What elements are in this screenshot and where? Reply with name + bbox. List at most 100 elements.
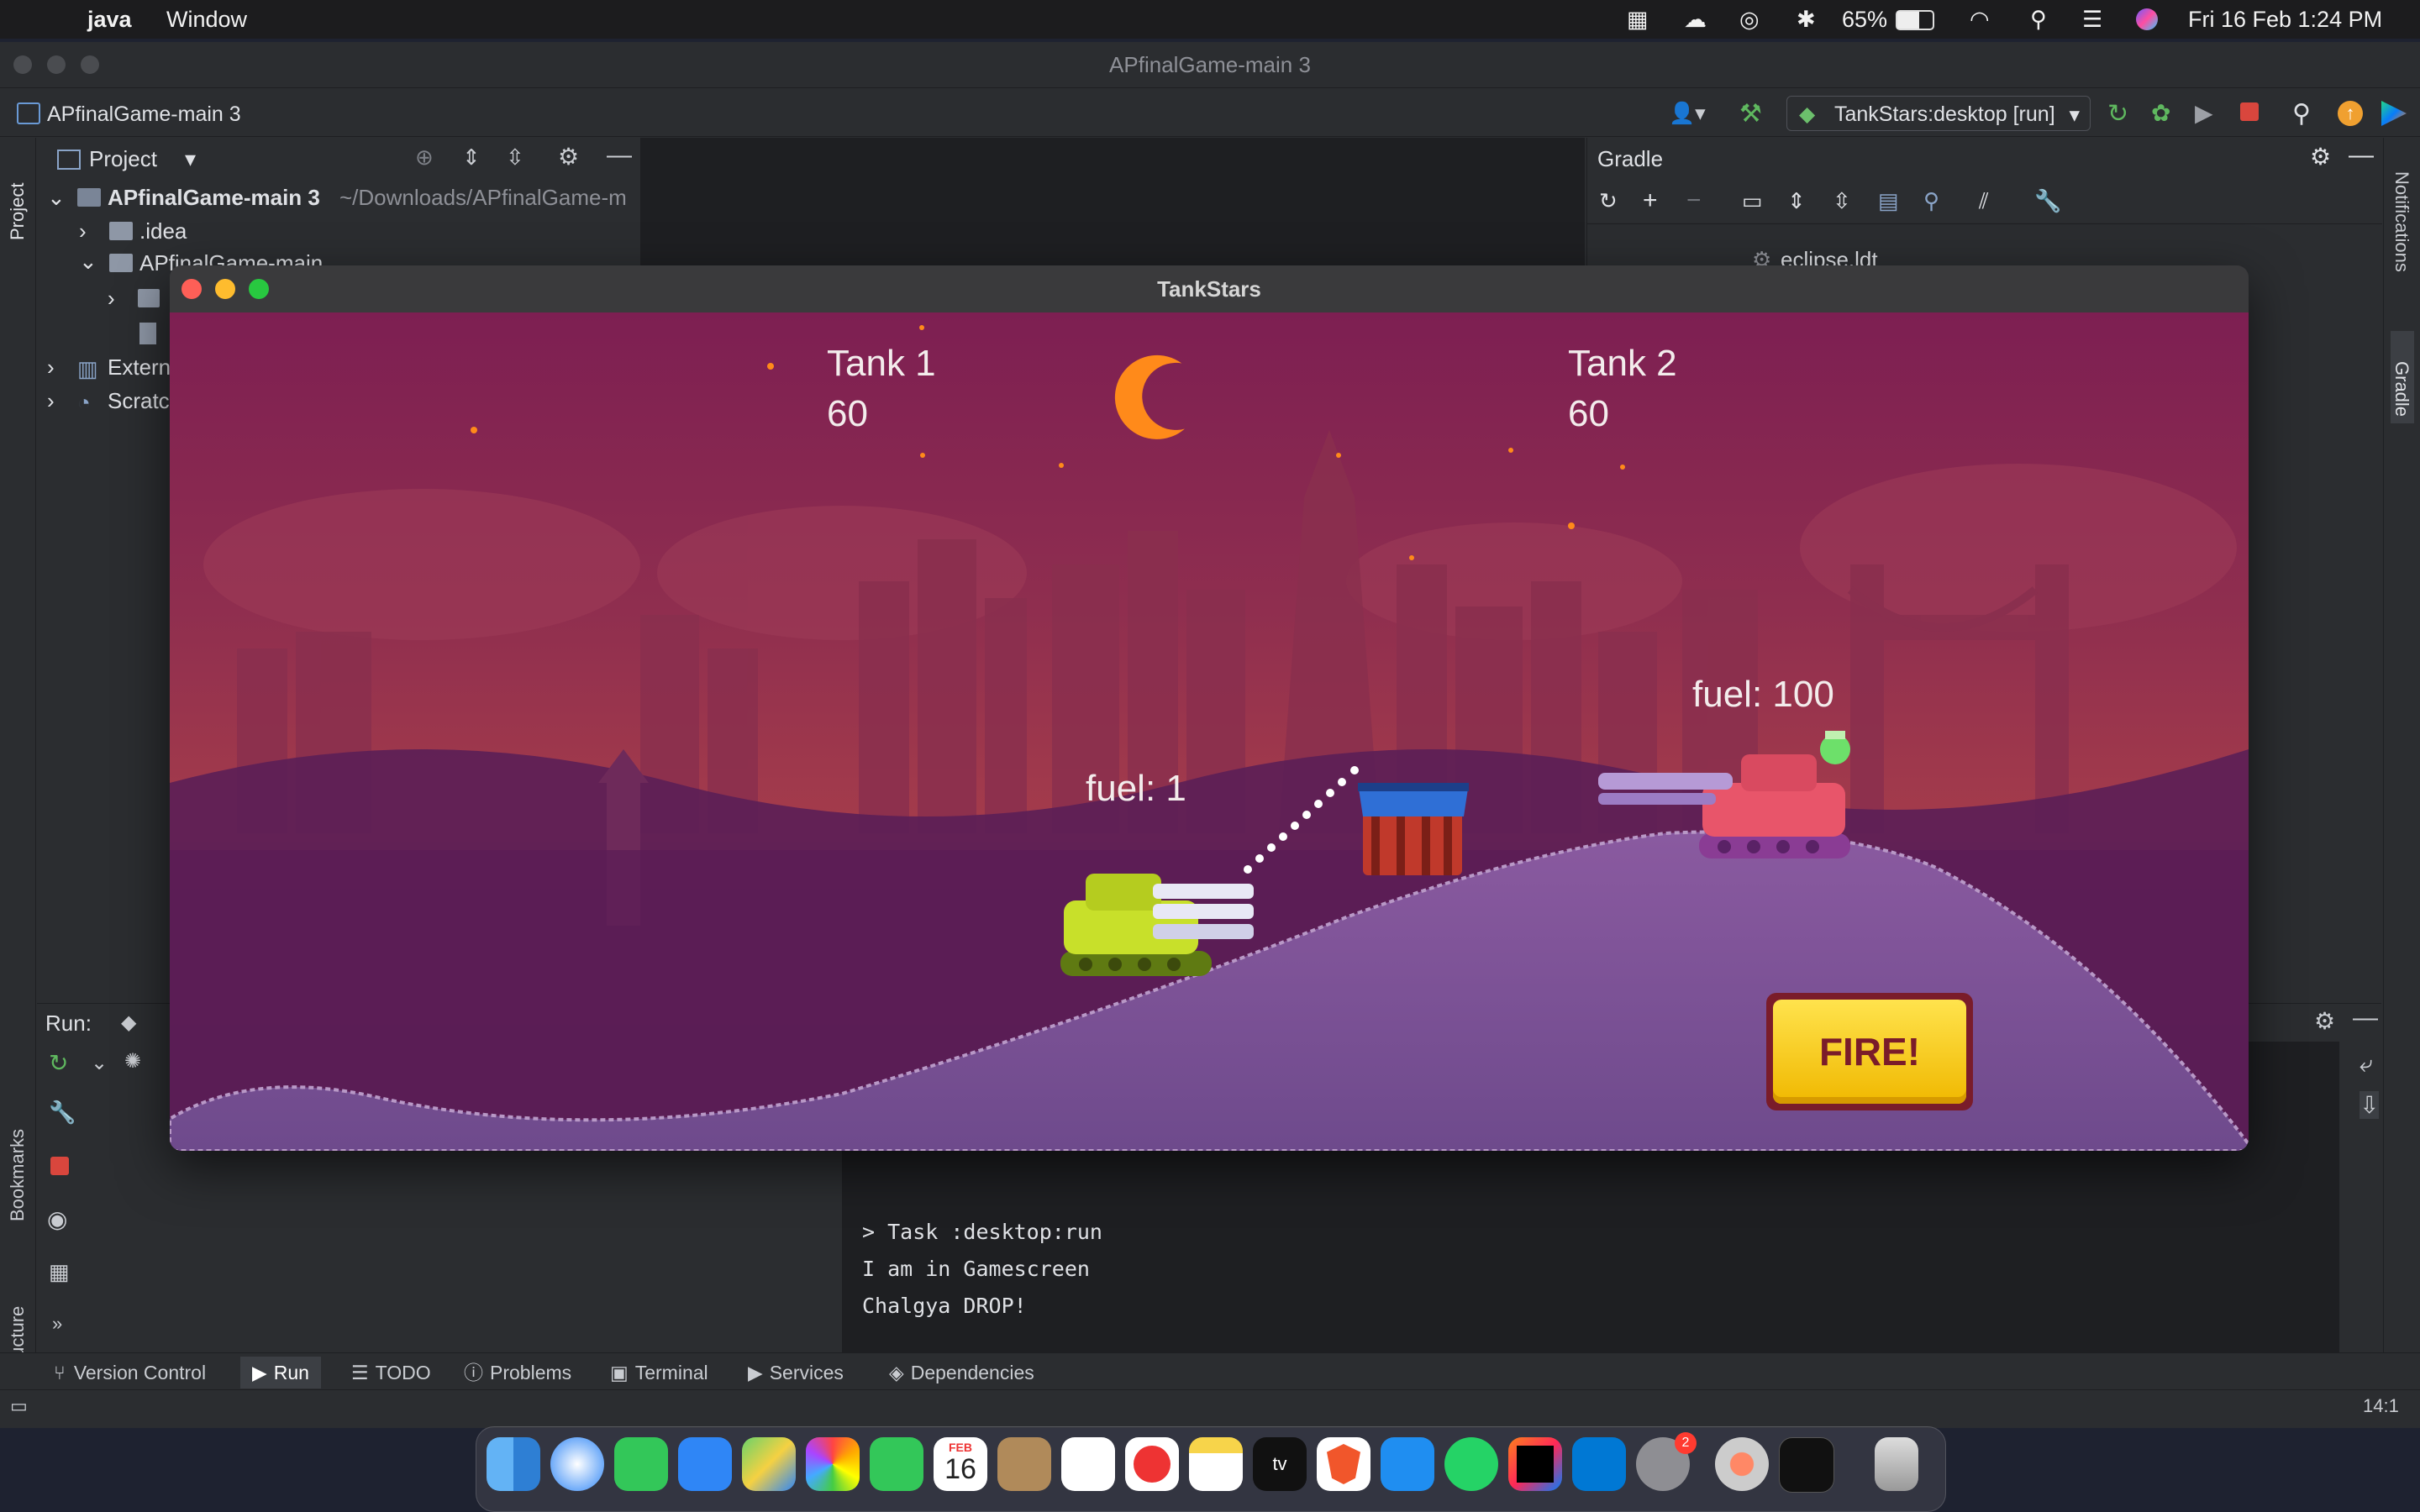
app-store-icon[interactable] xyxy=(1381,1437,1434,1491)
control-center-icon[interactable]: ☰ xyxy=(2082,7,2102,33)
stop-icon[interactable] xyxy=(2240,102,2259,121)
project-panel-title[interactable]: Project xyxy=(89,146,157,172)
collapse-all-icon[interactable]: ⇳ xyxy=(1833,188,1851,214)
project-tool-tab[interactable]: Project xyxy=(5,150,29,276)
wrench-icon[interactable]: 🔧 xyxy=(49,1100,76,1126)
tab-services[interactable]: ▶ Services xyxy=(748,1360,844,1385)
reminders-icon[interactable] xyxy=(1061,1437,1115,1491)
java-app-icon[interactable] xyxy=(1715,1437,1769,1491)
chevron-down-icon[interactable]: ⌄ xyxy=(91,1051,108,1075)
game-close-button[interactable] xyxy=(182,279,202,299)
contacts-icon[interactable] xyxy=(997,1437,1051,1491)
project-name-breadcrumb[interactable]: APfinalGame-main 3 xyxy=(47,102,241,127)
tab-dependencies[interactable]: ◈ Dependencies xyxy=(889,1360,1034,1385)
reload-icon[interactable]: ↻ xyxy=(1599,188,1618,214)
coverage-icon[interactable]: ▶ xyxy=(2195,99,2213,127)
game-canvas[interactable]: Tank 1 60 Tank 2 60 fuel: 1 fuel: 100 FI… xyxy=(170,312,2249,1151)
collapse-all-icon[interactable]: ⇳ xyxy=(506,144,524,171)
finder-icon[interactable] xyxy=(487,1437,540,1491)
run-tab-icon[interactable]: ◆ xyxy=(121,1011,136,1035)
layout-toggle-icon[interactable]: ▭ xyxy=(10,1395,28,1417)
safari-icon[interactable] xyxy=(550,1437,604,1491)
expand-all-icon[interactable]: ⇕ xyxy=(1787,188,1806,214)
stop-icon[interactable] xyxy=(50,1157,69,1175)
whatsapp-icon[interactable] xyxy=(1444,1437,1498,1491)
tree-row-idea[interactable]: › .idea xyxy=(37,215,639,247)
game-minimize-button[interactable] xyxy=(215,279,235,299)
bookmarks-tool-tab[interactable]: Bookmarks xyxy=(5,1045,29,1238)
status-cloud-icon[interactable]: ☁ xyxy=(1684,7,1707,33)
ide-close-button[interactable] xyxy=(13,55,32,74)
scroll-to-end-icon[interactable]: ⇩ xyxy=(2360,1091,2380,1119)
apple-tv-icon[interactable]: tv xyxy=(1253,1437,1307,1491)
vscode-icon[interactable] xyxy=(1572,1437,1626,1491)
layout-icon[interactable]: ▦ xyxy=(49,1259,70,1285)
airdrop-icon[interactable]: ◎ xyxy=(1739,7,1760,33)
execute-task-icon[interactable]: ▭ xyxy=(1742,188,1763,214)
tab-problems[interactable]: ⓘ Problems xyxy=(464,1360,571,1385)
intellij-idea-icon[interactable] xyxy=(1508,1437,1562,1491)
chevron-down-icon[interactable]: ▾ xyxy=(185,146,196,172)
photos-icon[interactable] xyxy=(806,1437,860,1491)
gear-icon[interactable]: ⚙ xyxy=(558,143,579,171)
ide-minimize-button[interactable] xyxy=(47,55,66,74)
facetime-icon[interactable] xyxy=(870,1437,923,1491)
maps-icon[interactable] xyxy=(742,1437,796,1491)
trash-icon[interactable] xyxy=(1875,1437,1918,1491)
jetbrains-logo-icon[interactable] xyxy=(2381,101,2407,126)
gradle-tool-tab[interactable]: Gradle xyxy=(2391,331,2414,423)
expand-all-icon[interactable]: ⇕ xyxy=(462,144,481,171)
dependencies-icon[interactable]: ▤ xyxy=(1878,188,1899,214)
mail-icon[interactable] xyxy=(678,1437,732,1491)
tab-todo[interactable]: ☰ TODO xyxy=(351,1360,431,1385)
tab-version-control[interactable]: ⑂ Version Control xyxy=(54,1360,206,1385)
user-icon[interactable]: 👤▾ xyxy=(1669,101,1706,126)
gear-icon[interactable]: ⚙ xyxy=(2314,1007,2335,1035)
hide-panel-icon[interactable]: — xyxy=(607,141,632,170)
status-menu-icon[interactable]: ▦ xyxy=(1627,7,1649,33)
bluetooth-icon[interactable]: ✱ xyxy=(1797,7,1816,33)
menu-clock[interactable]: Fri 16 Feb 1:24 PM xyxy=(2188,7,2382,33)
tree-row-root[interactable]: ⌄ APfinalGame-main 3 ~/Downloads/APfinal… xyxy=(37,181,639,213)
system-settings-icon[interactable]: 2 xyxy=(1636,1432,1697,1491)
offline-mode-icon[interactable]: ⫽ xyxy=(1979,188,1989,215)
update-icon[interactable]: ↑ xyxy=(2338,101,2363,126)
remove-icon[interactable]: − xyxy=(1686,186,1702,215)
tab-terminal[interactable]: ▣ Terminal xyxy=(610,1360,708,1385)
rerun-icon[interactable]: ↻ xyxy=(49,1049,68,1077)
spotlight-search-icon[interactable]: ⚲ xyxy=(2030,7,2047,33)
siri-icon[interactable] xyxy=(2136,8,2158,30)
messages-icon[interactable] xyxy=(614,1437,668,1491)
fire-button[interactable]: FIRE! xyxy=(1766,993,1973,1110)
tab-run[interactable]: ▶ Run xyxy=(240,1357,321,1389)
brave-browser-icon[interactable] xyxy=(1317,1437,1370,1491)
add-icon[interactable]: + xyxy=(1643,186,1658,215)
wrench-icon[interactable]: 🔧 xyxy=(2034,188,2061,214)
more-icon[interactable]: » xyxy=(52,1313,62,1335)
wifi-icon[interactable]: ◠ xyxy=(1970,7,1990,33)
notes-icon[interactable] xyxy=(1189,1437,1243,1491)
search-everywhere-icon[interactable]: ⚲ xyxy=(2292,99,2311,129)
analyze-icon[interactable]: ⚲ xyxy=(1923,188,1939,214)
run-config-select[interactable]: ◆ TankStars:desktop [run] ▾ xyxy=(1786,96,2091,131)
eye-icon[interactable]: ◉ xyxy=(47,1205,67,1233)
terminal-icon[interactable] xyxy=(1779,1437,1834,1493)
soft-wrap-icon[interactable]: ⤶ xyxy=(2360,1051,2373,1079)
ide-zoom-button[interactable] xyxy=(81,55,99,74)
battery-icon[interactable] xyxy=(1896,10,1934,30)
menu-window[interactable]: Window xyxy=(166,7,247,33)
menu-app-name[interactable]: java xyxy=(87,7,132,33)
notifications-tool-tab[interactable]: Notifications xyxy=(2391,155,2414,323)
debug-icon[interactable]: ✿ xyxy=(2151,99,2170,127)
rerun-icon[interactable]: ↻ xyxy=(2107,99,2128,129)
hide-panel-icon[interactable]: — xyxy=(2353,1004,2378,1032)
hide-panel-icon[interactable]: — xyxy=(2349,141,2374,170)
music-player-icon[interactable] xyxy=(1125,1437,1179,1491)
cursor-position[interactable]: 14:1 xyxy=(2363,1395,2399,1417)
build-hammer-icon[interactable]: ⚒ xyxy=(1739,99,1762,129)
game-zoom-button[interactable] xyxy=(249,279,269,299)
left-tool-strip: Project Bookmarks Structure xyxy=(0,138,36,1381)
gear-icon[interactable]: ⚙ xyxy=(2310,143,2331,171)
locate-icon[interactable]: ⊕ xyxy=(415,144,434,171)
calendar-icon[interactable]: FEB 16 xyxy=(934,1437,987,1491)
